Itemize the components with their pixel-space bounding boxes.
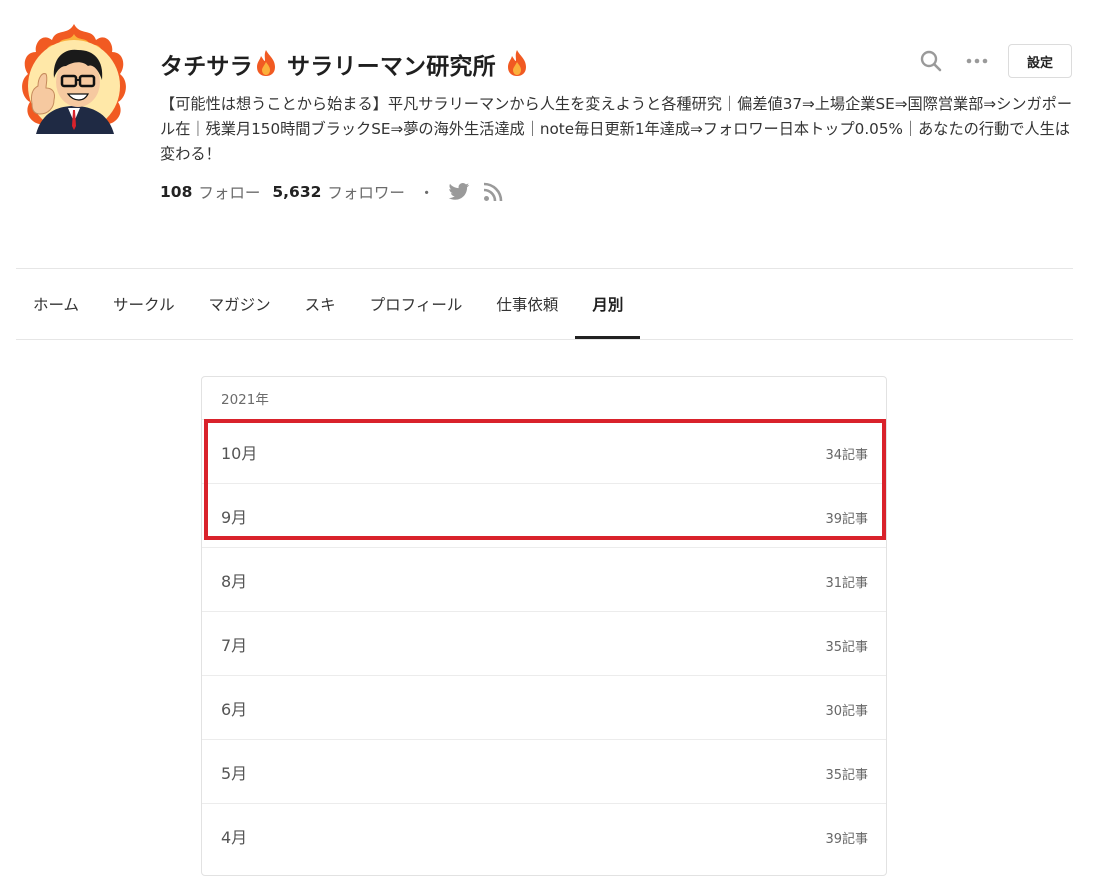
profile-name-suffix: サラリーマン研究所 [287, 54, 496, 80]
twitter-icon[interactable] [448, 182, 470, 202]
month-row-september[interactable]: 9月 39記事 [202, 483, 886, 547]
article-count: 35記事 [825, 640, 868, 655]
month-row-june[interactable]: 6月 30記事 [202, 675, 886, 739]
more-options-icon[interactable] [964, 48, 990, 74]
profile-avatar[interactable] [18, 22, 130, 138]
month-row-july[interactable]: 7月 35記事 [202, 611, 886, 675]
profile-bio: 【可能性は想うことから始まる】平凡サラリーマンから人生を変えようと各種研究｜偏差… [160, 95, 1073, 163]
tab-magazine[interactable]: マガジン [192, 269, 288, 339]
profile-name: タチサラ サラリーマン研究所 [160, 47, 530, 81]
tab-circle[interactable]: サークル [96, 269, 192, 339]
month-label: 6月 [221, 700, 248, 719]
month-label: 7月 [221, 636, 248, 655]
month-row-april[interactable]: 4月 39記事 [202, 803, 886, 867]
article-count: 35記事 [825, 768, 868, 783]
article-count: 39記事 [825, 512, 868, 527]
month-row-august[interactable]: 8月 31記事 [202, 547, 886, 611]
stats-separator: ・ [418, 184, 435, 202]
tab-monthly[interactable]: 月別 [575, 269, 641, 339]
tab-home[interactable]: ホーム [16, 269, 96, 339]
archive-year: 2021年 [221, 392, 269, 408]
month-label: 8月 [221, 572, 248, 591]
article-count: 34記事 [825, 448, 868, 463]
fire-icon [508, 50, 527, 76]
profile-stats: 108 フォロー 5,632 フォロワー ・ [160, 180, 516, 204]
month-label: 9月 [221, 508, 248, 527]
month-row-october[interactable]: 10月 34記事 [202, 419, 886, 483]
month-row-may[interactable]: 5月 35記事 [202, 739, 886, 803]
month-label: 4月 [221, 828, 248, 847]
rss-icon[interactable] [482, 182, 504, 202]
profile-tabs: ホーム サークル マガジン スキ プロフィール 仕事依頼 月別 [16, 269, 641, 339]
follower-label[interactable]: フォロワー [327, 181, 405, 203]
month-label: 5月 [221, 764, 248, 783]
month-label: 10月 [221, 444, 258, 463]
tabs-bottom-divider [16, 339, 1073, 340]
search-icon[interactable] [918, 48, 944, 74]
follow-label[interactable]: フォロー [198, 181, 260, 203]
tab-profile[interactable]: プロフィール [353, 269, 480, 339]
monthly-archive: 2021年 10月 34記事 9月 39記事 8月 31記事 7月 35記事 6… [201, 376, 887, 876]
article-count: 39記事 [825, 832, 868, 847]
follow-count[interactable]: 108 [160, 183, 192, 201]
settings-button[interactable]: 設定 [1008, 44, 1072, 78]
follower-count[interactable]: 5,632 [272, 183, 321, 201]
profile-name-text: タチサラ [160, 54, 253, 80]
tab-work-request[interactable]: 仕事依頼 [479, 269, 575, 339]
article-count: 30記事 [825, 704, 868, 719]
article-count: 31記事 [825, 576, 868, 591]
fire-icon [256, 50, 275, 76]
tab-likes[interactable]: スキ [288, 269, 353, 339]
